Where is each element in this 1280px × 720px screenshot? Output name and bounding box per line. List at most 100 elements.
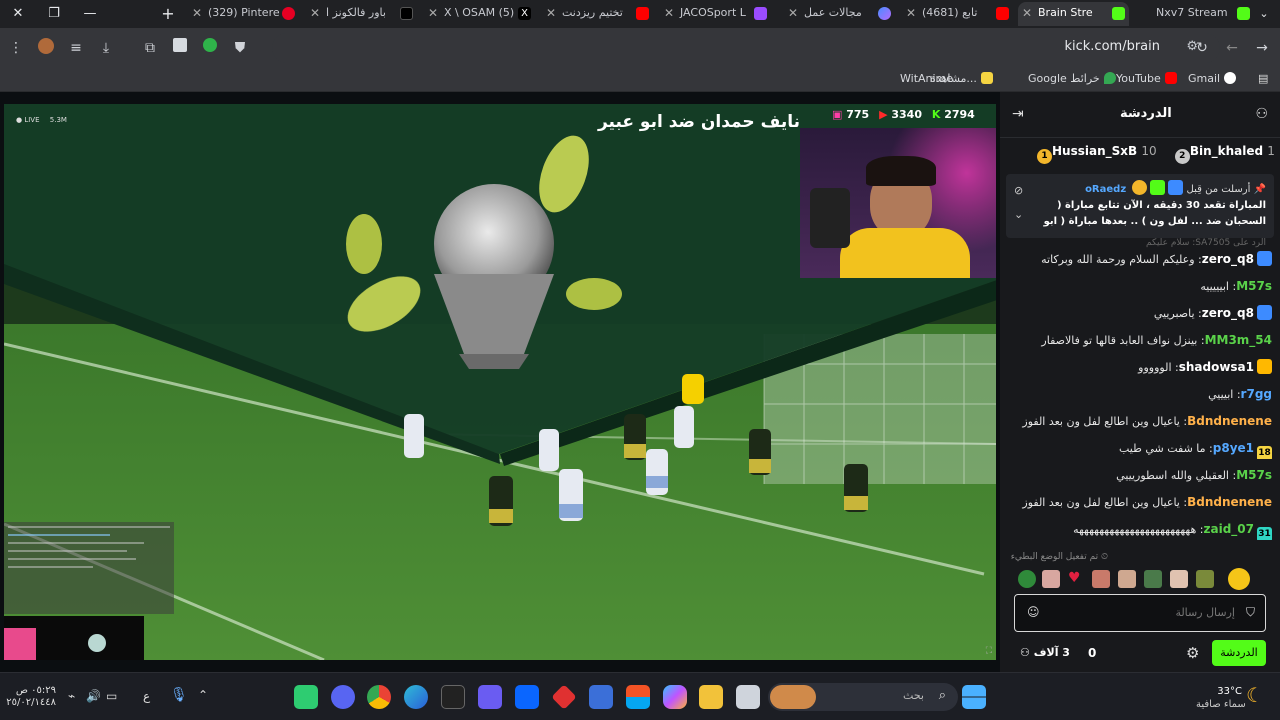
shield-icon[interactable]: ⛊ (230, 38, 250, 58)
download-icon[interactable]: ⤓ (96, 38, 116, 58)
unpin-icon[interactable]: ⊘ (1014, 184, 1023, 197)
whatsapp-icon[interactable] (294, 685, 318, 709)
copilot-icon[interactable] (663, 685, 687, 709)
chat-message[interactable]: M57s: العقيلي والله اسطوريييي (1006, 464, 1272, 486)
extension-a-icon[interactable] (170, 38, 190, 58)
close-tab-icon[interactable]: ✕ (906, 2, 916, 24)
message-user[interactable]: Bdndnenene (1187, 414, 1272, 428)
emote-icon[interactable] (1196, 570, 1214, 588)
expand-chevron-icon[interactable]: ⌄ (1014, 208, 1023, 221)
menu-kebab-icon[interactable]: ⋮ (6, 38, 26, 58)
users-icon[interactable]: ⚇ (1255, 106, 1268, 122)
tab-youtube-tabie[interactable]: ✕ (4681) تابع (902, 2, 1013, 26)
chat-message[interactable]: zero_q8: وعليكم السلام ورحمة الله وبركات… (1006, 248, 1272, 270)
extension-b-icon[interactable] (200, 38, 220, 58)
pinned-user[interactable]: oRaedz (1085, 184, 1126, 195)
windows-start-icon[interactable] (962, 685, 986, 709)
edge-icon[interactable] (404, 685, 428, 709)
close-tab-icon[interactable]: ✕ (192, 2, 202, 24)
emote-icon[interactable] (1018, 570, 1036, 588)
emote-icon[interactable] (1144, 570, 1162, 588)
power-plug-icon[interactable]: ⌁ (68, 689, 75, 703)
sunglasses-emote-icon[interactable] (1228, 568, 1250, 590)
chat-input[interactable]: ☺ إرسال رسالة ⛉ (1014, 594, 1266, 632)
back-icon[interactable]: → (1252, 38, 1272, 58)
tab-x[interactable]: ✕ X \ OSAM (5) X (424, 2, 535, 26)
bookmarks-folder-icon[interactable]: ▤ (1258, 72, 1268, 85)
tab-pinterest[interactable]: ✕ (329) Pintere (188, 2, 299, 26)
forward-icon[interactable]: ← (1222, 38, 1242, 58)
display-icon[interactable]: ▭ (106, 689, 117, 703)
close-tab-icon[interactable]: ✕ (428, 2, 438, 24)
shield-badge-icon[interactable]: ⛉ (1246, 605, 1255, 620)
minimize-window-icon[interactable]: — (72, 0, 108, 28)
close-tab-icon[interactable]: ✕ (1022, 2, 1032, 24)
dropbox-icon[interactable] (515, 685, 539, 709)
reading-list-icon[interactable]: ≡ (66, 38, 86, 58)
chat-settings-icon[interactable]: ⚙ (1186, 644, 1199, 662)
input-language[interactable]: ع (143, 689, 150, 703)
discord-icon[interactable] (331, 685, 355, 709)
collapse-chat-icon[interactable]: ⇥ (1012, 106, 1024, 122)
reload-icon[interactable]: ↻ (1192, 38, 1212, 58)
app-diamond-icon[interactable] (551, 684, 577, 710)
tray-chevron-icon[interactable]: ⌃ (198, 688, 208, 702)
video-player[interactable]: نايف حمدان ضد ابو عبير ● LIVE 5.3M ▣ 775… (4, 104, 996, 660)
chrome-icon[interactable] (367, 685, 391, 709)
chat-message[interactable]: 18p8ye1: ما شفت شي طيب (1006, 437, 1272, 459)
close-tab-icon[interactable]: ✕ (310, 2, 320, 24)
bookmark-gmail[interactable]: Gmail (1188, 72, 1237, 85)
store-icon[interactable] (626, 685, 650, 709)
emoji-icon[interactable]: ☺ (1027, 605, 1040, 619)
message-user[interactable]: MM3m_54 (1205, 333, 1272, 347)
emote-icon[interactable] (1118, 570, 1136, 588)
address-bar[interactable]: kick.com/brain ⚙ (272, 33, 1220, 63)
chat-message[interactable]: MM3m_54: بينزل نواف العابد قالها تو فالا… (1006, 329, 1272, 351)
message-user[interactable]: shadowsa1 (1179, 360, 1254, 374)
chat-message[interactable]: Bdndnenene: ياعيال وين اطالع لفل ون بعد … (1006, 491, 1272, 513)
send-chat-button[interactable]: الدردشة (1212, 640, 1266, 666)
volume-icon[interactable]: 🔊 (86, 689, 101, 703)
microphone-icon[interactable]: 🎙 (170, 687, 188, 703)
close-tab-icon[interactable]: ✕ (546, 2, 556, 24)
file-explorer-icon[interactable] (699, 685, 723, 709)
profile-avatar-icon[interactable] (36, 38, 56, 58)
emote-icon[interactable] (1042, 570, 1060, 588)
close-tab-icon[interactable]: ✕ (664, 2, 674, 24)
message-user[interactable]: M57s (1236, 468, 1272, 482)
message-user[interactable]: M57s (1236, 279, 1272, 293)
taskbar-search[interactable]: بحث ⌕ (768, 683, 958, 711)
message-user[interactable]: zaid_07 (1204, 522, 1254, 536)
task-view-icon[interactable] (736, 685, 760, 709)
tab-gemini[interactable]: ✕ مجالات عمل (784, 2, 895, 26)
tab-search-chevron-icon[interactable]: ⌄ (1248, 0, 1280, 28)
mail-icon[interactable] (589, 685, 613, 709)
message-user[interactable]: zero_q8 (1202, 252, 1254, 266)
chat-message[interactable]: zero_q8: ياصبرييي (1006, 302, 1272, 324)
message-user[interactable]: zero_q8 (1202, 306, 1254, 320)
chat-message[interactable]: shadowsa1: الووووو (1006, 356, 1272, 378)
message-user[interactable]: p8ye1 (1213, 441, 1254, 455)
chat-message[interactable]: M57s: ابيييييه (1006, 275, 1272, 297)
heart-emote-icon[interactable]: ♥ (1068, 570, 1081, 586)
chat-message[interactable]: Bdndnenene: ياعيال وين اطالع لفل ون بعد … (1006, 410, 1272, 432)
close-tab-icon[interactable]: ✕ (788, 2, 798, 24)
fullscreen-icon[interactable]: ⛶ (986, 646, 992, 656)
gifter-name[interactable]: Hussian_SxB (1052, 144, 1137, 158)
extensions-icon[interactable]: ⧉ (140, 38, 160, 58)
message-user[interactable]: Bdndnenene (1187, 495, 1272, 509)
chat-message[interactable]: r7gg: ابيييي (1006, 383, 1272, 405)
message-user[interactable]: r7gg (1241, 387, 1272, 401)
app-icon[interactable] (478, 685, 502, 709)
gifter-name[interactable]: Bin_khaled (1190, 144, 1263, 158)
tab-tiktok[interactable]: ✕ باور فالكونز ا (306, 2, 417, 26)
tab-jacosport[interactable]: ✕ JACOSport L (660, 2, 771, 26)
bookmark-maps[interactable]: Google خرائط (1028, 72, 1116, 85)
tab-nxv7-stream[interactable]: Nxv7 Stream (1136, 2, 1254, 26)
close-window-icon[interactable]: ✕ (0, 0, 36, 28)
restore-window-icon[interactable]: ❐ (36, 0, 72, 28)
chat-message[interactable]: 31zaid_07: هههههههههههههههههههههههه (1006, 518, 1272, 540)
emote-icon[interactable] (1170, 570, 1188, 588)
bookmark-youtube[interactable]: YouTube (1116, 72, 1177, 85)
bookmark-witanime[interactable]: WitAnime (900, 72, 953, 85)
